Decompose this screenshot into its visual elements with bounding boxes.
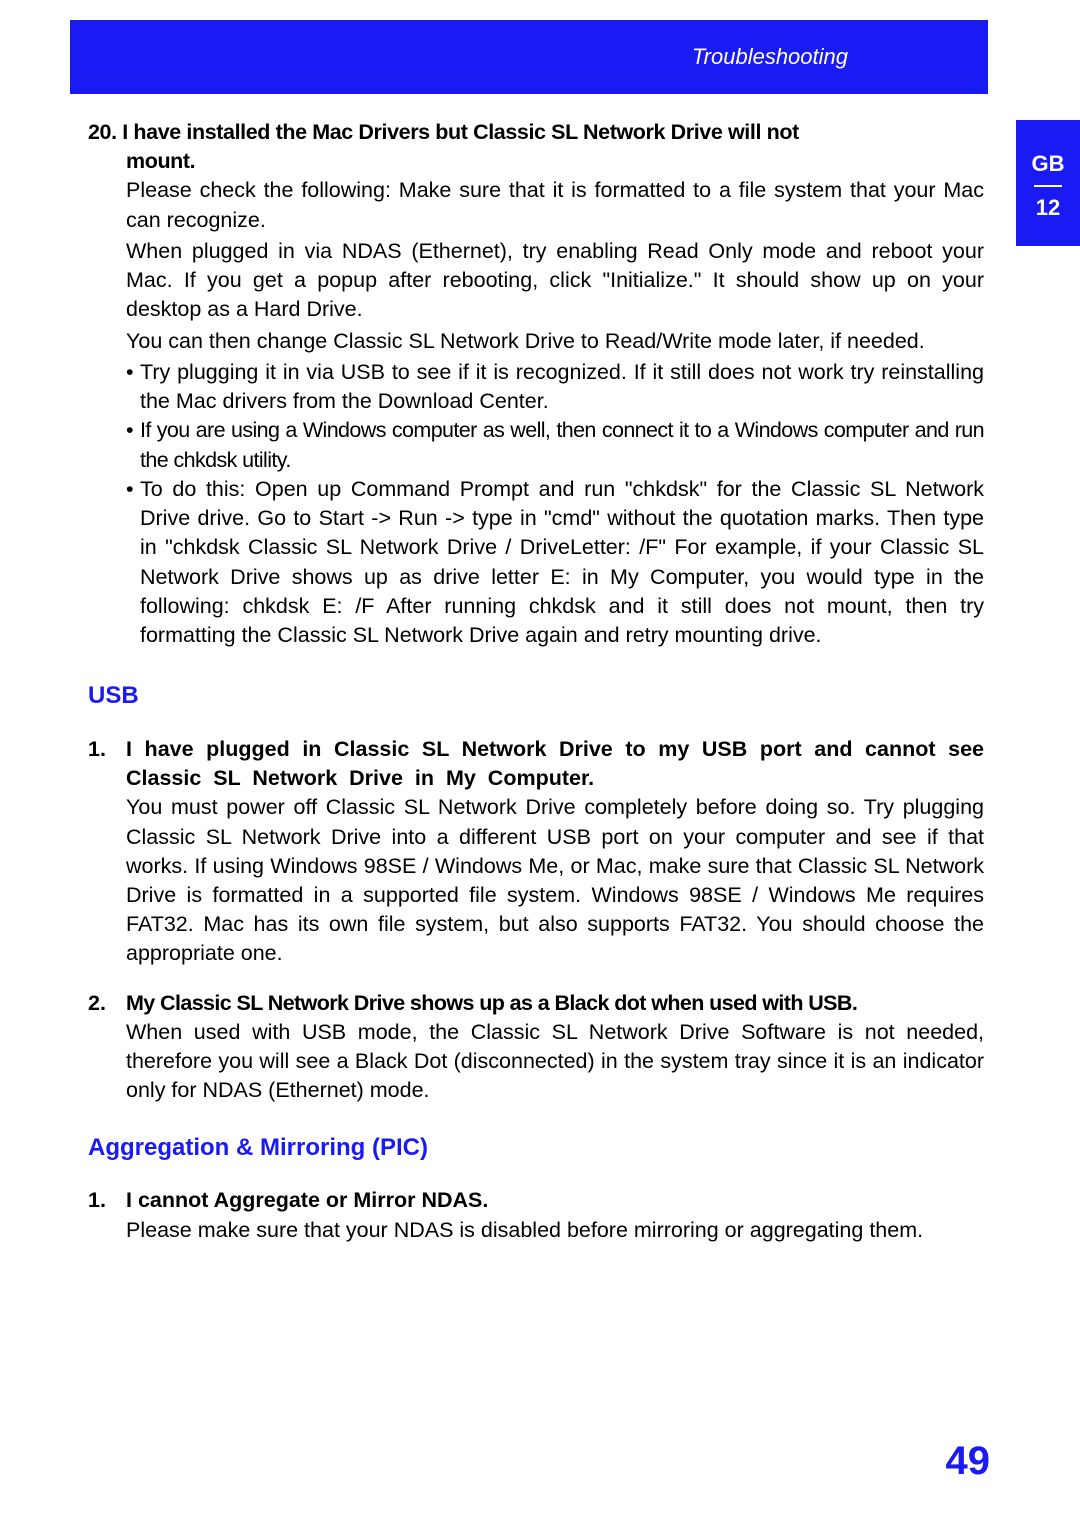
page-content: 20. I have installed the Mac Drivers but…	[88, 118, 984, 1265]
side-tab: GB 12	[1016, 120, 1080, 246]
side-tab-lang: GB	[1032, 151, 1065, 177]
section-heading-aggregation: Aggregation & Mirroring (PIC)	[88, 1132, 984, 1165]
bullet-row: • If you are using a Windows computer as…	[126, 416, 984, 474]
faq-20-title-l2: mount.	[88, 149, 195, 173]
section-heading-usb: USB	[88, 680, 984, 713]
bullet-text: If you are using a Windows computer as w…	[140, 416, 984, 474]
faq-body: Please make sure that your NDAS is disab…	[88, 1216, 984, 1245]
bullet-icon: •	[126, 416, 140, 474]
faq-body: When used with USB mode, the Classic SL …	[88, 1018, 984, 1106]
faq-num: 1.	[88, 1186, 126, 1215]
faq-item-usb-2: 2. My Classic SL Network Drive shows up …	[88, 989, 984, 1106]
bullet-text: Try plugging it in via USB to see if it …	[140, 358, 984, 416]
faq-20-p2: When plugged in via NDAS (Ethernet), try…	[126, 237, 984, 325]
bullet-icon: •	[126, 475, 140, 650]
page-number: 49	[946, 1439, 991, 1484]
faq-item-usb-1: 1. I have plugged in Classic SL Network …	[88, 735, 984, 969]
faq-num: 2.	[88, 989, 126, 1018]
faq-20-p3: You can then change Classic SL Network D…	[126, 327, 984, 356]
faq-head: 2. My Classic SL Network Drive shows up …	[88, 989, 984, 1018]
header-band: Troubleshooting	[70, 20, 988, 94]
bullet-row: • Try plugging it in via USB to see if i…	[126, 358, 984, 416]
faq-item-agg-1: 1. I cannot Aggregate or Mirror NDAS. Pl…	[88, 1186, 984, 1244]
header-title: Troubleshooting	[692, 44, 848, 70]
bullet-text: To do this: Open up Command Prompt and r…	[140, 475, 984, 650]
faq-head: 1. I have plugged in Classic SL Network …	[88, 735, 984, 793]
faq-num: 1.	[88, 735, 126, 793]
faq-title: My Classic SL Network Drive shows up as …	[126, 989, 984, 1018]
side-tab-num: 12	[1036, 195, 1060, 221]
side-tab-divider	[1034, 185, 1062, 187]
faq-title: I have plugged in Classic SL Network Dri…	[126, 735, 984, 793]
faq-20-body: Please check the following: Make sure th…	[88, 176, 984, 355]
faq-20-bullets: • Try plugging it in via USB to see if i…	[88, 358, 984, 650]
faq-head: 1. I cannot Aggregate or Mirror NDAS.	[88, 1186, 984, 1215]
bullet-row: • To do this: Open up Command Prompt and…	[126, 475, 984, 650]
faq-body: You must power off Classic SL Network Dr…	[88, 793, 984, 968]
faq-item-20: 20. I have installed the Mac Drivers but…	[88, 118, 984, 650]
faq-20-p1: Please check the following: Make sure th…	[126, 176, 984, 234]
faq-20-title: 20. I have installed the Mac Drivers but…	[88, 118, 984, 176]
bullet-icon: •	[126, 358, 140, 416]
faq-20-num: 20.	[88, 120, 117, 144]
faq-title: I cannot Aggregate or Mirror NDAS.	[126, 1186, 984, 1215]
faq-20-title-l1: I have installed the Mac Drivers but Cla…	[122, 120, 799, 144]
